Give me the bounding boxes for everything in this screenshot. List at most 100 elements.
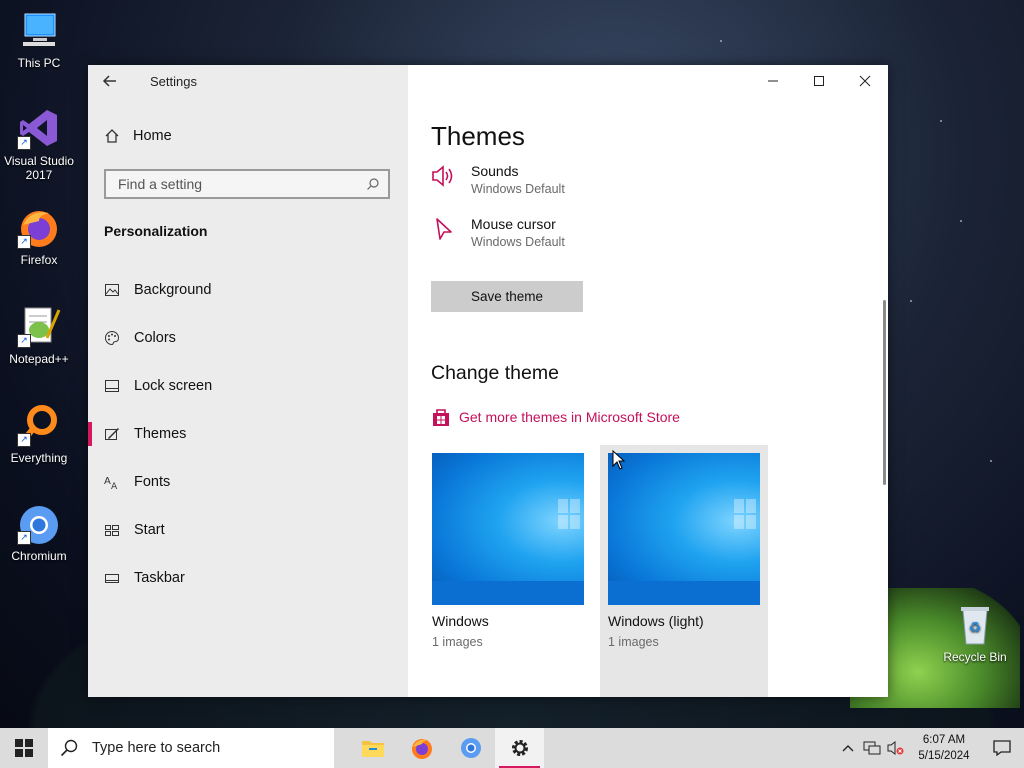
theme-name: Windows (light) [608, 613, 704, 629]
desktop-icon-firefox[interactable]: ↗ Firefox [0, 205, 78, 267]
maximize-icon [814, 76, 824, 86]
windows-start-icon [15, 739, 33, 757]
svg-text:A: A [111, 482, 118, 490]
network-icon [863, 741, 881, 755]
speaker-icon [432, 165, 453, 187]
mouse-cursor-value: Windows Default [471, 235, 565, 249]
start-grid-icon [105, 525, 119, 536]
star [990, 460, 992, 462]
sidebar-item-label: Colors [134, 330, 176, 346]
chromium-icon: ↗ [17, 501, 61, 545]
store-link-text: Get more themes in Microsoft Store [459, 409, 680, 425]
taskbar-search-box[interactable] [48, 728, 334, 768]
svg-text:A: A [104, 476, 111, 487]
sidebar-item-start[interactable]: Start [88, 506, 408, 554]
sidebar-item-label: Home [133, 128, 172, 144]
taskbar-search-input[interactable] [90, 739, 324, 757]
sidebar-item-label: Start [134, 522, 165, 538]
search-icon [367, 178, 379, 190]
gear-icon [511, 740, 528, 756]
network-tray-button[interactable] [860, 728, 884, 768]
find-setting-input[interactable] [116, 175, 350, 193]
desktop-icon-label: This PC [17, 56, 61, 70]
folder-icon [361, 741, 384, 757]
sounds-title: Sounds [471, 163, 519, 179]
svg-text:♻: ♻ [969, 620, 982, 636]
sidebar-item-label: Lock screen [134, 378, 213, 394]
desktop-icon-label: Notepad++ [9, 352, 69, 366]
desktop-icon-chromium[interactable]: ↗ Chromium [0, 501, 78, 563]
sidebar-item-background[interactable]: Background [88, 266, 408, 314]
desktop-icon-visual-studio[interactable]: ↗ Visual Studio 2017 [0, 106, 78, 182]
sidebar-item-lock-screen[interactable]: Lock screen [88, 362, 408, 410]
settings-main-pane: Themes Sounds Windows Default Mouse curs… [408, 65, 888, 697]
sidebar-item-home[interactable]: Home [104, 128, 172, 144]
taskbar-chromium[interactable] [446, 728, 495, 768]
visual-studio-icon: ↗ [17, 106, 61, 150]
image-icon [105, 284, 119, 296]
recycle-bin-icon: ♻ [953, 602, 997, 646]
sidebar-item-colors[interactable]: Colors [88, 314, 408, 362]
desktop-icon-recycle-bin[interactable]: ♻ Recycle Bin [936, 602, 1014, 664]
store-bag-icon [433, 409, 449, 426]
volume-tray-button[interactable] [884, 728, 908, 768]
find-setting-search-box[interactable] [104, 169, 390, 199]
clock-time: 6:07 AM [922, 734, 966, 746]
change-theme-heading: Change theme [431, 362, 559, 384]
close-button[interactable] [842, 65, 888, 97]
sounds-text: Sounds Windows Default [471, 163, 565, 196]
shortcut-arrow-icon: ↗ [17, 235, 31, 249]
settings-sidebar: Settings Home Personalization Background… [88, 65, 408, 697]
sounds-value: Windows Default [471, 182, 565, 196]
taskbar-icon [105, 574, 119, 583]
sidebar-item-themes[interactable]: Themes [88, 410, 408, 458]
vertical-scrollbar[interactable] [883, 300, 886, 485]
theme-image-count: 1 images [432, 635, 483, 649]
sidebar-section-title: Personalization [104, 223, 208, 239]
star [940, 120, 942, 122]
windows-logo-icon [558, 499, 582, 531]
taskbar-file-explorer[interactable] [348, 728, 397, 768]
notepad-plus-plus-icon: ↗ [17, 304, 61, 348]
system-tray: 6:07 AM 5/15/2024 [836, 728, 1024, 768]
shortcut-arrow-icon: ↗ [17, 433, 31, 447]
desktop-icon-everything[interactable]: ↗ Everything [0, 403, 78, 465]
microsoft-store-link[interactable]: Get more themes in Microsoft Store [431, 407, 680, 427]
star [910, 300, 912, 302]
show-hidden-icons-button[interactable] [836, 728, 860, 768]
taskbar-firefox[interactable] [397, 728, 446, 768]
sidebar-item-taskbar[interactable]: Taskbar [88, 554, 408, 602]
save-theme-button[interactable]: Save theme [431, 281, 583, 312]
taskbar-settings[interactable] [495, 728, 544, 768]
back-button[interactable] [102, 73, 122, 93]
minimize-button[interactable] [750, 65, 796, 97]
close-icon [859, 75, 871, 87]
desktop-icon-notepad-plus-plus[interactable]: ↗ Notepad++ [0, 304, 78, 366]
sidebar-item-fonts[interactable]: AA Fonts [88, 458, 408, 506]
desktop-icon-label: Firefox [20, 253, 58, 267]
theme-card-windows[interactable]: Windows 1 images [432, 453, 584, 649]
window-caption-buttons [750, 65, 888, 97]
star [960, 220, 962, 222]
firefox-icon [411, 739, 432, 759]
theme-thumbnail [432, 453, 584, 605]
start-button[interactable] [0, 728, 48, 768]
sounds-setting[interactable]: Sounds Windows Default [431, 163, 565, 196]
notification-icon [993, 740, 1011, 756]
desktop-icon-this-pc[interactable]: This PC [0, 8, 78, 70]
mouse-cursor-title: Mouse cursor [471, 216, 556, 232]
maximize-button[interactable] [796, 65, 842, 97]
palette-icon [105, 330, 120, 346]
taskbar-clock[interactable]: 6:07 AM 5/15/2024 [908, 732, 980, 764]
theme-card-windows-light[interactable]: Windows (light) 1 images [608, 453, 760, 649]
theme-thumbnail [608, 453, 760, 605]
chevron-up-icon [842, 745, 854, 752]
mouse-cursor-setting[interactable]: Mouse cursor Windows Default [431, 216, 565, 249]
window-title: Settings [150, 74, 197, 89]
everything-search-icon: ↗ [17, 403, 61, 447]
mouse-pointer-icon [612, 450, 626, 470]
lock-screen-icon [105, 380, 119, 392]
font-icon: AA [104, 476, 118, 490]
action-center-button[interactable] [980, 728, 1024, 768]
sidebar-item-label: Fonts [134, 474, 171, 490]
